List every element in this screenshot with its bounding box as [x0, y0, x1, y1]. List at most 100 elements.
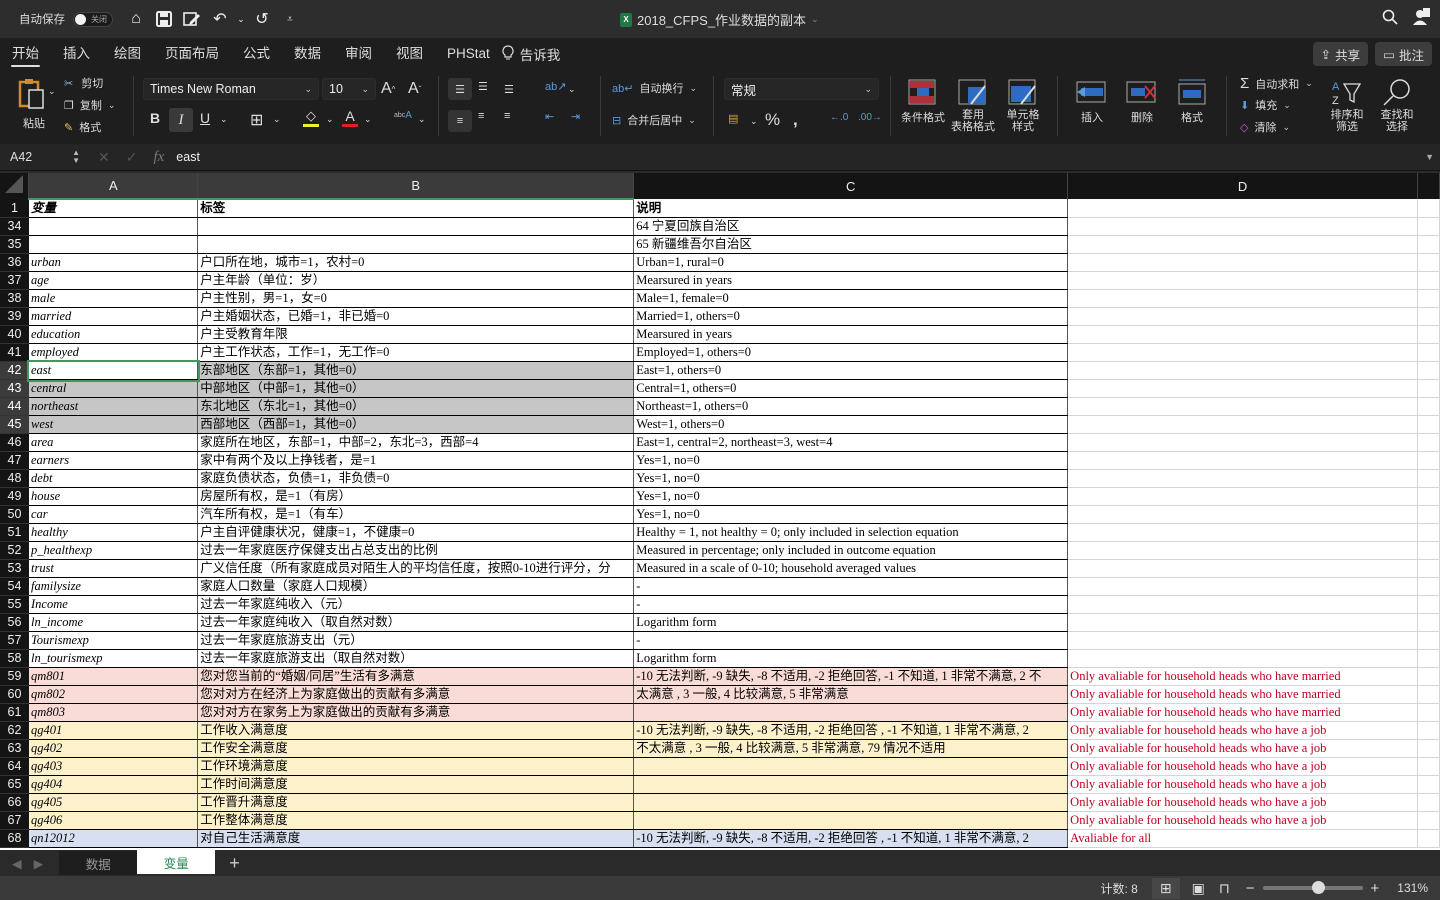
cell-e[interactable] — [1417, 793, 1440, 812]
row-header[interactable]: 54 — [0, 577, 29, 596]
name-box[interactable]: A42 ▲ ▼ — [0, 146, 86, 168]
cell-d[interactable] — [1067, 559, 1418, 578]
cell-e[interactable] — [1417, 415, 1440, 434]
cell-d[interactable] — [1067, 505, 1418, 524]
row-header[interactable]: 62 — [0, 721, 29, 740]
row-header[interactable]: 66 — [0, 793, 29, 812]
font-size-select[interactable]: 10 ⌄ — [322, 78, 376, 100]
cell-a[interactable]: west — [28, 415, 199, 434]
merge-center-button[interactable]: ⊟ 合并后居中 ⌄ — [612, 112, 696, 128]
chevron-down-icon[interactable]: ⌄ — [418, 114, 426, 125]
zoom-slider[interactable] — [1262, 881, 1363, 894]
page-break-view-icon[interactable]: ⊓ — [1219, 880, 1230, 897]
decrease-font-icon[interactable]: Aˇ — [408, 80, 421, 98]
fill-color-button[interactable]: ◇ — [303, 108, 319, 127]
row-header[interactable]: 61 — [0, 703, 29, 722]
cell-d[interactable]: Only avaliable for household heads who h… — [1067, 793, 1418, 812]
cell-d[interactable] — [1067, 595, 1418, 614]
chevron-down-icon[interactable]: ⌄ — [750, 116, 758, 127]
cell-e[interactable] — [1417, 217, 1440, 236]
percent-icon[interactable]: % — [765, 110, 780, 130]
tab-draw[interactable]: 绘图 — [102, 38, 153, 70]
cell-a[interactable]: married — [28, 307, 199, 326]
cell-b[interactable]: 您对对方在经济上为家庭做出的贡献有多满意 — [197, 685, 635, 704]
cell-c[interactable]: 太满意 , 3 一般, 4 比较满意, 5 非常满意 — [633, 685, 1069, 704]
cell-d[interactable] — [1067, 217, 1418, 236]
tab-view[interactable]: 视图 — [384, 38, 435, 70]
cell-e[interactable] — [1417, 811, 1440, 830]
cell-a[interactable]: area — [28, 433, 199, 452]
stepper-icon[interactable]: ▲ ▼ — [72, 149, 80, 165]
cell-a[interactable]: p_healthexp — [28, 541, 199, 560]
cell-d[interactable] — [1067, 235, 1418, 254]
accounting-format-icon[interactable]: ▤ — [728, 112, 738, 125]
cell-e[interactable] — [1417, 631, 1440, 650]
wrap-text-button[interactable]: ab↵ 自动换行 ⌄ — [612, 80, 697, 96]
comma-style-icon[interactable]: , — [793, 110, 798, 130]
decrease-indent-icon[interactable]: ⇤ — [545, 110, 554, 123]
zoom-out-button[interactable]: − — [1246, 880, 1255, 897]
cell-a[interactable]: east — [26, 359, 200, 382]
cell-e[interactable] — [1417, 613, 1440, 632]
zoom-level[interactable]: 131% — [1397, 881, 1428, 895]
chevron-down-icon[interactable]: ⌄ — [237, 8, 245, 30]
cell-e[interactable] — [1417, 829, 1440, 848]
align-bottom-icon[interactable]: ☰ — [504, 83, 514, 96]
add-sheet-button[interactable]: + — [229, 853, 240, 874]
align-top-icon[interactable]: ☰ — [448, 78, 472, 100]
cell-b[interactable]: 户主性别，男=1，女=0 — [197, 289, 635, 308]
cell-b[interactable]: 汽车所有权，是=1（有车） — [197, 505, 635, 524]
redo-icon[interactable]: ↺ — [251, 8, 273, 30]
cell-a[interactable] — [28, 217, 199, 236]
tab-page-layout[interactable]: 页面布局 — [153, 38, 231, 70]
search-icon[interactable] — [1382, 9, 1398, 28]
cell-b[interactable]: 家庭所在地区，东部=1，中部=2，东北=3，西部=4 — [197, 433, 635, 452]
share-button[interactable]: ⇪ 共享 — [1312, 42, 1369, 66]
increase-indent-icon[interactable]: ⇥ — [571, 110, 580, 123]
cell-c[interactable]: - — [633, 631, 1069, 650]
cell-c[interactable]: 不太满意 , 3 一般, 4 比较满意, 5 非常满意, 79 情况不适用 — [633, 739, 1069, 758]
normal-view-icon[interactable]: ⊞ — [1151, 877, 1180, 899]
tab-review[interactable]: 审阅 — [333, 38, 384, 70]
cell-d[interactable]: Avaliable for all — [1067, 829, 1418, 848]
borders-icon[interactable]: ⊞ — [250, 110, 263, 130]
cell-a[interactable]: ln_tourismexp — [28, 649, 199, 668]
document-title[interactable]: X 2018_CFPS_作业数据的副本 ⌄ — [620, 10, 819, 29]
cell-c[interactable]: Male=1, female=0 — [633, 289, 1069, 308]
cell-c[interactable]: Yes=1, no=0 — [633, 469, 1069, 488]
row-header[interactable]: 36 — [0, 253, 29, 272]
function-icon[interactable]: fx — [153, 149, 164, 166]
cell-d[interactable] — [1067, 433, 1418, 452]
zoom-slider-knob[interactable] — [1311, 881, 1325, 894]
row-header[interactable]: 65 — [0, 775, 29, 794]
cell-a[interactable]: employed — [28, 343, 199, 362]
cut-button[interactable]: ✂ 剪切 — [64, 75, 103, 91]
row-header[interactable]: 52 — [0, 541, 29, 560]
cell-a[interactable]: qg406 — [28, 811, 199, 830]
cell-b[interactable]: 东北地区（东北=1，其他=0） — [197, 397, 635, 416]
cell-e[interactable] — [1417, 577, 1440, 596]
cell-d[interactable] — [1067, 631, 1418, 650]
align-left-icon[interactable]: ≡ — [448, 110, 472, 132]
underline-button[interactable]: U — [200, 110, 210, 126]
cell-b[interactable]: 东部地区（东部=1，其他=0） — [197, 361, 635, 380]
row-header[interactable]: 57 — [0, 631, 29, 650]
formula-input[interactable]: east — [176, 150, 1425, 164]
cell-a[interactable]: education — [28, 325, 199, 344]
cell-d[interactable] — [1067, 577, 1418, 596]
cell-a[interactable]: qg405 — [28, 793, 199, 812]
cell-e[interactable] — [1417, 505, 1440, 524]
cell-e[interactable] — [1417, 667, 1440, 686]
cell-a[interactable]: debt — [28, 469, 199, 488]
cell-c[interactable]: 65 新疆维吾尔自治区 — [633, 235, 1069, 254]
cell-e[interactable] — [1417, 541, 1440, 560]
cell-c[interactable]: Logarithm form — [633, 649, 1069, 668]
spreadsheet-grid[interactable]: A B C D 1 变量 标签 说明 34 64 宁夏回族自治区 35 65 新疆维吾尔自… — [0, 173, 1440, 850]
confirm-icon[interactable]: ✓ — [126, 149, 138, 166]
cell-a[interactable]: healthy — [28, 523, 199, 542]
row-header[interactable]: 67 — [0, 811, 29, 830]
cell-c[interactable]: Yes=1, no=0 — [633, 487, 1069, 506]
tell-me[interactable]: 告诉我 — [502, 44, 560, 64]
cell-a[interactable]: qg403 — [28, 757, 199, 776]
account-icon[interactable] — [1412, 8, 1430, 29]
